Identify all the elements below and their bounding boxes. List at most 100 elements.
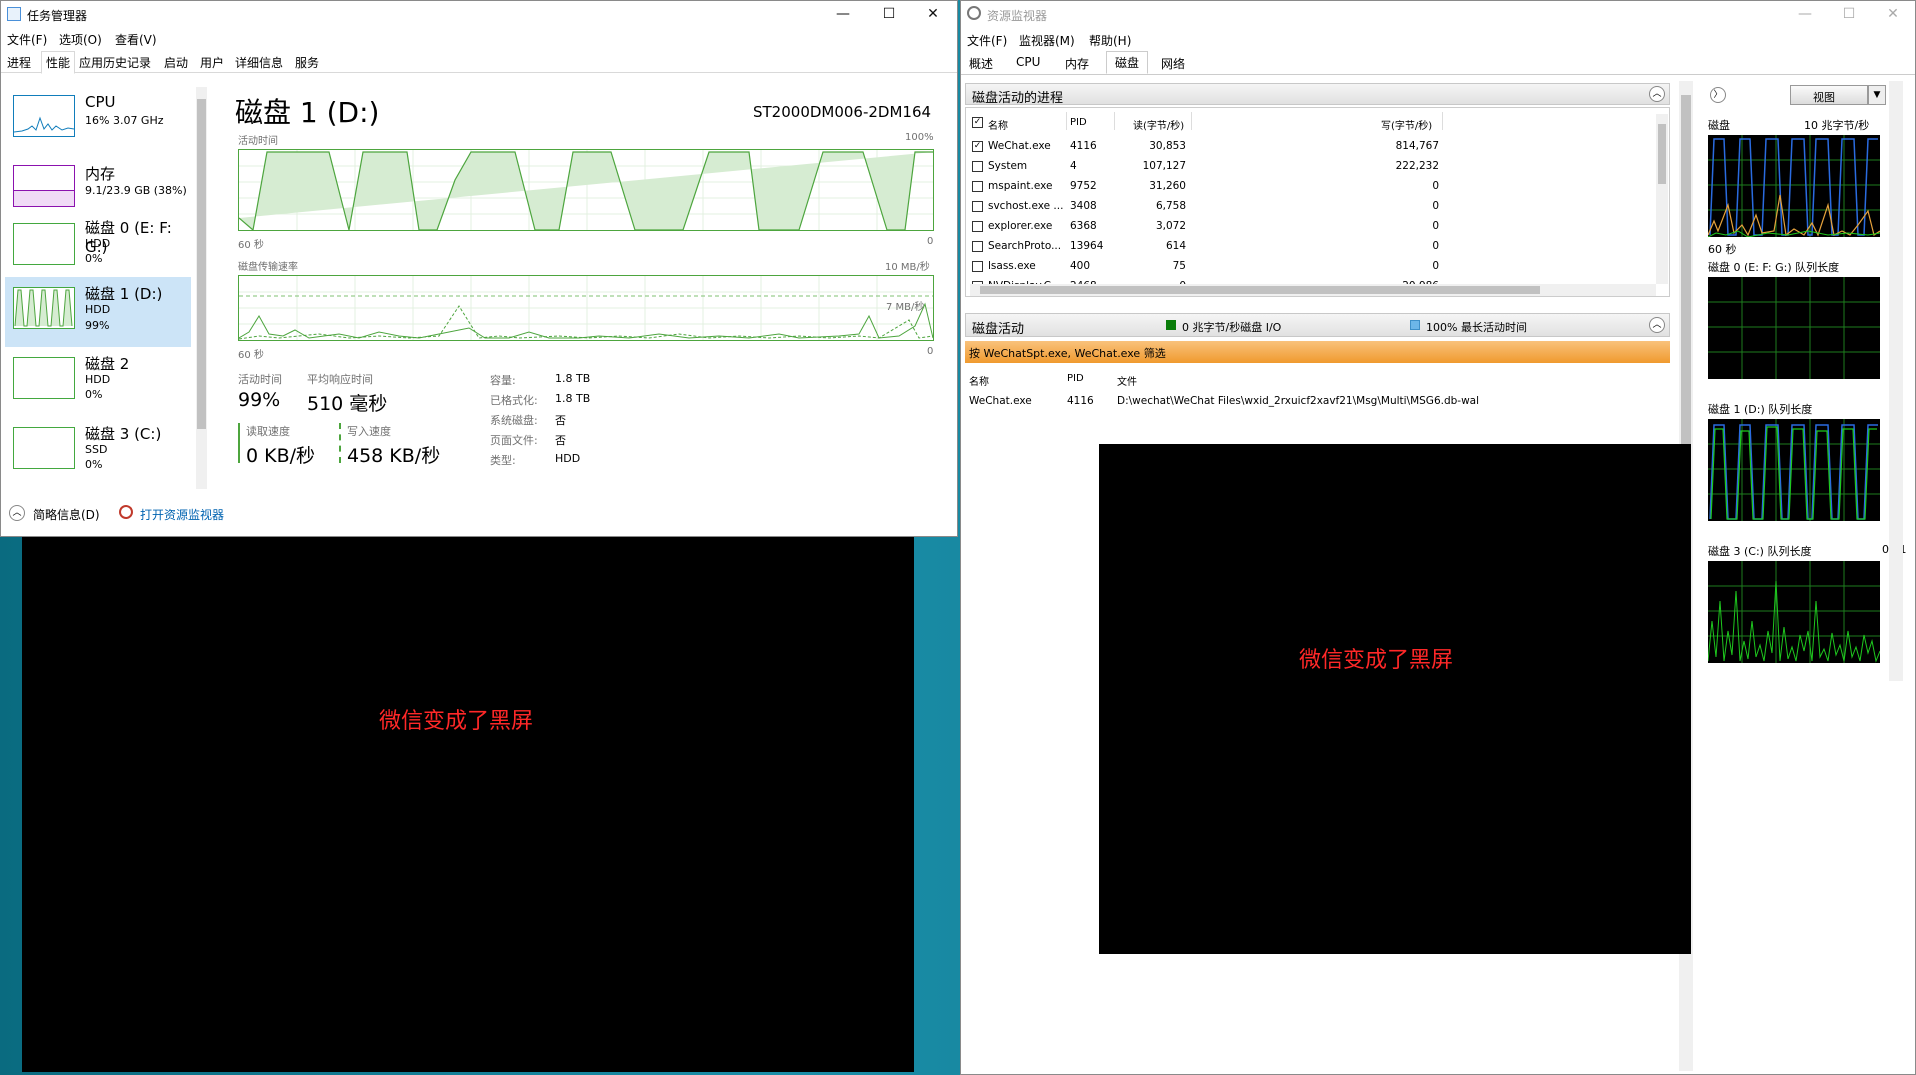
tab-services[interactable]: 服务	[295, 54, 319, 71]
col-name[interactable]: 名称	[988, 117, 1008, 132]
row-checkbox[interactable]: ✓	[972, 141, 983, 152]
graph2-label: 磁盘传输速率	[238, 262, 298, 273]
response-time-label: 平均响应时间	[307, 373, 373, 386]
row-checkbox[interactable]	[972, 241, 983, 252]
rm-close-icon[interactable]: ✕	[1883, 5, 1903, 23]
legend-io-text: 0 兆字节/秒磁盘 I/O	[1182, 321, 1282, 334]
rm-titlebar[interactable]: 资源监视器 — ☐ ✕	[961, 1, 1915, 27]
graph2-max: 10 MB/秒	[885, 262, 930, 273]
active-time-value: 99%	[238, 389, 281, 411]
graphs-pane-scrollbar[interactable]	[1889, 81, 1903, 681]
file-col-pid[interactable]: PID	[1067, 373, 1084, 384]
rm-tab-overview[interactable]: 概述	[969, 55, 993, 72]
disk-process-section-header[interactable]: 磁盘活动的进程 ︿	[965, 83, 1670, 106]
col-pid[interactable]: PID	[1070, 117, 1087, 128]
rm-minimize-icon[interactable]: —	[1795, 5, 1815, 23]
resource-monitor-window[interactable]: 资源监视器 — ☐ ✕ 文件(F) 监视器(M) 帮助(H) 概述 CPU 内存…	[960, 0, 1916, 1075]
maximize-icon[interactable]: ☐	[879, 5, 899, 23]
tab-startup[interactable]: 启动	[164, 54, 188, 71]
tm-titlebar[interactable]: 任务管理器 — ☐ ✕	[1, 1, 957, 29]
sidebar-item-cpu[interactable]: CPU 16% 3.07 GHz	[5, 85, 191, 155]
proc-read: 614	[1165, 240, 1186, 252]
tab-performance[interactable]: 性能	[41, 51, 76, 74]
table-row[interactable]: mspaint.exe 9752 31,260 0	[966, 176, 1666, 196]
resource-monitor-title-icon	[967, 6, 981, 20]
menu-view[interactable]: 查看(V)	[115, 31, 157, 48]
minimize-icon[interactable]: —	[833, 5, 853, 23]
sidebar-item-disk0[interactable]: 磁盘 0 (E: F: G:) HDD 0%	[5, 215, 191, 285]
col-write[interactable]: 写(字节/秒)	[1381, 117, 1432, 132]
menu-options[interactable]: 选项(O)	[59, 31, 102, 48]
row-checkbox[interactable]	[972, 261, 983, 272]
rm-tab-cpu[interactable]: CPU	[1016, 55, 1040, 69]
disk-model: ST2000DM006-2DM164	[753, 103, 932, 121]
view-button[interactable]: 视图	[1790, 85, 1868, 105]
rm-menu-help[interactable]: 帮助(H)	[1089, 32, 1131, 49]
process-vscroll-thumb[interactable]	[1658, 124, 1666, 184]
sidebar-scrollbar[interactable]	[196, 87, 207, 489]
rm-tab-network[interactable]: 网络	[1161, 55, 1185, 72]
brief-info-link[interactable]: 简略信息(D)	[33, 506, 100, 523]
sg1-left: 60 秒	[1708, 243, 1737, 256]
tab-users[interactable]: 用户	[200, 54, 224, 71]
resource-monitor-icon	[119, 505, 133, 519]
file-col-file[interactable]: 文件	[1117, 373, 1137, 388]
disk1-queue-graph	[1708, 419, 1880, 521]
open-resource-monitor-link[interactable]: 打开资源监视器	[140, 506, 224, 523]
col-divider	[1066, 112, 1067, 130]
table-row[interactable]: WeChat.exe 4116 D:\wechat\WeChat Files\w…	[965, 391, 1665, 411]
wechat-black-window-left[interactable]: 微信变成了黑屏	[22, 537, 914, 1072]
proc-read: 75	[1172, 260, 1186, 272]
disk-io-graph	[1707, 135, 1881, 238]
row-checkbox[interactable]	[972, 201, 983, 212]
tab-app-history[interactable]: 应用历史记录	[79, 54, 151, 71]
sidebar-scroll-thumb[interactable]	[197, 99, 206, 429]
table-row[interactable]: explorer.exe 6368 3,072 0	[966, 216, 1666, 236]
rm-maximize-icon[interactable]: ☐	[1839, 5, 1859, 23]
menu-file[interactable]: 文件(F)	[7, 31, 47, 48]
table-row[interactable]: System 4 107,127 222,232	[966, 156, 1666, 176]
sidebar-item-disk2[interactable]: 磁盘 2 HDD 0%	[5, 349, 191, 419]
table-row[interactable]: ✓ WeChat.exe 4116 30,853 814,767	[966, 136, 1666, 156]
table-row[interactable]: svchost.exe ... 3408 6,758 0	[966, 196, 1666, 216]
sidebar-cpu-value: 16% 3.07 GHz	[85, 114, 164, 127]
rm-tab-disk[interactable]: 磁盘	[1106, 51, 1149, 74]
process-section-collapse-icon[interactable]: ︿	[1649, 86, 1665, 102]
chevron-up-icon[interactable]: ︿	[9, 505, 25, 521]
process-table-hscroll[interactable]	[970, 284, 1656, 296]
row-checkbox[interactable]	[972, 221, 983, 232]
disk-activity-collapse-icon[interactable]: ︿	[1649, 317, 1665, 333]
graph2-left-label: 60 秒	[238, 350, 264, 361]
table-row[interactable]: lsass.exe 400 75 0	[966, 256, 1666, 276]
col-read[interactable]: 读(字节/秒)	[1133, 117, 1184, 132]
tm-tabs: 进程 性能 应用历史记录 启动 用户 详细信息 服务	[1, 49, 957, 74]
tab-details[interactable]: 详细信息	[235, 54, 283, 71]
sidebar-disk1-name: 磁盘 1 (D:)	[85, 285, 163, 303]
active-time-label: 活动时间	[238, 373, 282, 386]
row-checkbox[interactable]	[972, 181, 983, 192]
rm-menu-file[interactable]: 文件(F)	[967, 32, 1007, 49]
header-checkbox[interactable]: ✓	[972, 117, 983, 128]
prop-type-value: HDD	[555, 452, 581, 465]
col-divider	[1191, 112, 1192, 130]
wechat-black-window-right[interactable]: 微信变成了黑屏	[1099, 444, 1691, 954]
tm-title: 任务管理器	[27, 9, 88, 23]
close-icon[interactable]: ✕	[923, 5, 943, 23]
sidebar-item-disk1[interactable]: 磁盘 1 (D:) HDD 99%	[5, 277, 191, 347]
view-dropdown-icon[interactable]: ▼	[1868, 85, 1886, 105]
graphs-expand-icon[interactable]: 〉	[1710, 87, 1726, 103]
tab-processes[interactable]: 进程	[7, 54, 31, 71]
proc-write: 0	[1432, 220, 1439, 232]
task-manager-window[interactable]: 任务管理器 — ☐ ✕ 文件(F) 选项(O) 查看(V) 进程 性能 应用历史…	[0, 0, 958, 537]
table-row[interactable]: SearchProto... 13964 614 0	[966, 236, 1666, 256]
rm-menu-monitor[interactable]: 监视器(M)	[1019, 32, 1075, 49]
sidebar-disk1-type: HDD	[85, 303, 111, 316]
row-checkbox[interactable]	[972, 161, 983, 172]
process-table-vscroll[interactable]	[1656, 114, 1668, 284]
disk-activity-section-header[interactable]: 磁盘活动 0 兆字节/秒磁盘 I/O 100% 最长活动时间 ︿	[965, 313, 1670, 337]
rm-tab-memory[interactable]: 内存	[1065, 55, 1089, 72]
process-hscroll-thumb[interactable]	[980, 286, 1540, 294]
sidebar-item-disk3[interactable]: 磁盘 3 (C:) SSD 0%	[5, 419, 191, 489]
proc-read: 107,127	[1142, 160, 1186, 172]
file-col-name[interactable]: 名称	[969, 373, 989, 388]
